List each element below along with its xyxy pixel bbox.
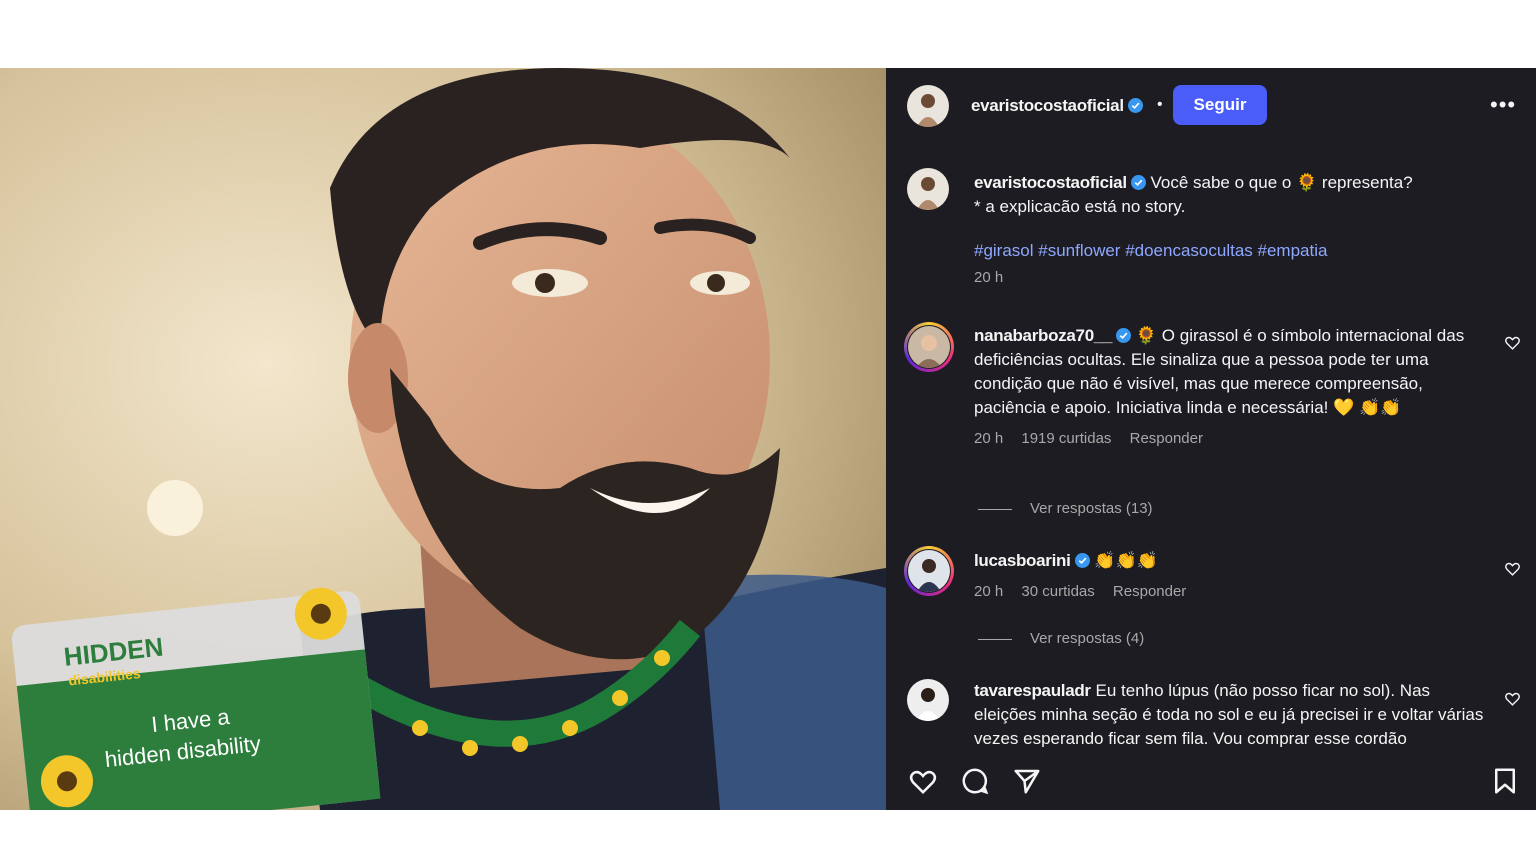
comment-text: 👏👏👏: [1094, 551, 1158, 570]
comment-icon[interactable]: [960, 766, 990, 796]
verified-badge-icon: [1130, 175, 1146, 190]
post-actions: [886, 758, 1536, 810]
post-side-panel: evaristocostaoficial • Seguir ••• evaris…: [886, 68, 1536, 810]
caption: evaristocostaoficial Você sabe o que o 🌻…: [974, 171, 1494, 286]
verified-badge-icon: [1127, 98, 1143, 113]
author-username[interactable]: evaristocostaoficial: [971, 96, 1143, 116]
header-dot: •: [1157, 96, 1163, 113]
post-photo[interactable]: HIDDEN disabilities I have a hidden disa…: [0, 68, 886, 810]
caption-username[interactable]: evaristocostaoficial: [974, 173, 1146, 192]
comment-like-icon[interactable]: [1504, 334, 1521, 351]
comment-item: nanabarboza70__ 🌻 O girassol é o símbolo…: [974, 324, 1494, 447]
caption-hashtags[interactable]: #girasol #sunflower #doencasocultas #emp…: [974, 241, 1494, 261]
comment-like-icon[interactable]: [1504, 560, 1521, 577]
comment-meta: 20 h 30 curtidas Responder: [974, 583, 1494, 600]
comment-avatar: [908, 326, 950, 368]
comment-reply-button[interactable]: Responder: [1130, 430, 1203, 447]
author-avatar[interactable]: [907, 85, 949, 127]
caption-time: 20 h: [974, 269, 1004, 286]
photo-illustration: HIDDEN disabilities I have a hidden disa…: [0, 68, 886, 810]
comment-like-icon[interactable]: [1504, 690, 1521, 707]
post-header: evaristocostaoficial • Seguir •••: [886, 68, 1536, 144]
verified-badge-icon: [1074, 553, 1090, 568]
comment-likes[interactable]: 30 curtidas: [1021, 583, 1094, 600]
comment-likes[interactable]: 1919 curtidas: [1021, 430, 1111, 447]
comment-avatar: [908, 550, 950, 592]
comment-meta: 20 h 1919 curtidas Responder: [974, 430, 1494, 447]
follow-button[interactable]: Seguir: [1173, 85, 1267, 125]
caption-text: Você sabe o que o 🌻 representa?: [1150, 173, 1413, 192]
more-options-icon[interactable]: •••: [1490, 92, 1516, 118]
comment-time: 20 h: [974, 430, 1004, 447]
comment-item: lucasboarini 👏👏👏 20 h 30 curtidas Respon…: [974, 549, 1494, 600]
comment-username[interactable]: lucasboarini: [974, 551, 1090, 570]
comment-username[interactable]: nanabarboza70__: [974, 326, 1132, 345]
comment-time: 20 h: [974, 583, 1004, 600]
comment-avatar-ring[interactable]: [904, 322, 954, 372]
view-replies-button[interactable]: Ver respostas (13): [978, 500, 1153, 517]
comment-avatar-ring[interactable]: [904, 546, 954, 596]
comment-username[interactable]: tavarespauladr: [974, 681, 1091, 700]
bookmark-icon[interactable]: [1490, 766, 1520, 796]
send-icon[interactable]: [1012, 766, 1042, 796]
view-replies-button[interactable]: Ver respostas (4): [978, 630, 1144, 647]
verified-badge-icon: [1116, 328, 1132, 343]
comment-avatar[interactable]: [907, 679, 949, 721]
instagram-post: HIDDEN disabilities I have a hidden disa…: [0, 68, 1536, 810]
caption-avatar[interactable]: [907, 168, 949, 210]
heart-icon[interactable]: [908, 766, 938, 796]
comment-item: tavarespauladr Eu tenho lúpus (não posso…: [974, 679, 1494, 747]
comment-reply-button[interactable]: Responder: [1113, 583, 1186, 600]
caption-text-line2: * a explicacão está no story.: [974, 197, 1186, 216]
